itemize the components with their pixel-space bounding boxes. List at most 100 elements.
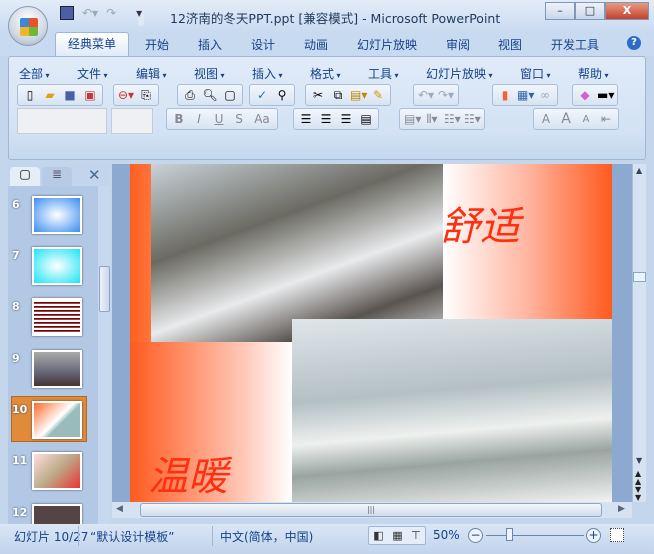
research-icon[interactable]: ⚲ bbox=[274, 88, 290, 102]
design-template[interactable]: “默认设计模板” bbox=[90, 528, 174, 545]
slide-sorter-icon[interactable]: ▦ bbox=[392, 529, 402, 542]
save-icon[interactable] bbox=[60, 6, 74, 20]
shadow-button[interactable]: S bbox=[231, 112, 247, 126]
tab-classic-menu[interactable]: 经典菜单 bbox=[55, 32, 129, 56]
scrollbar-thumb[interactable] bbox=[633, 272, 646, 282]
hyperlink-icon[interactable]: ∞ bbox=[537, 88, 553, 102]
copy-icon[interactable]: ⧉ bbox=[330, 88, 346, 103]
customize-qat-icon[interactable]: ▾ bbox=[136, 6, 142, 20]
close-pane-icon[interactable]: ✕ bbox=[88, 166, 101, 184]
font-size-combo[interactable] bbox=[111, 108, 153, 134]
minimize-button[interactable]: – bbox=[545, 2, 575, 20]
indent-icon[interactable]: ⇤ bbox=[598, 112, 614, 126]
redo-icon[interactable]: ↷ bbox=[106, 6, 116, 20]
horizontal-scrollbar[interactable]: ◀ ||| ▶ bbox=[112, 502, 632, 518]
new-icon[interactable]: ▯ bbox=[22, 88, 38, 102]
maximize-button[interactable]: □ bbox=[575, 2, 605, 20]
fit-to-window-icon[interactable] bbox=[610, 528, 624, 542]
email-icon[interactable]: ⊖▾ bbox=[118, 88, 134, 102]
office-button[interactable] bbox=[8, 6, 48, 46]
help-icon[interactable]: ? bbox=[627, 36, 641, 50]
zoom-slider-thumb[interactable] bbox=[506, 528, 513, 541]
next-slide-icon[interactable]: ▼ ▼ bbox=[635, 486, 641, 502]
print-icon[interactable]: ⎙ bbox=[182, 88, 198, 103]
slide-text-comfortable[interactable]: 舒适 bbox=[440, 194, 520, 252]
undo-icon[interactable]: ↶▾ bbox=[82, 6, 98, 20]
grayscale-icon[interactable]: ▬▾ bbox=[597, 88, 614, 102]
table-icon[interactable]: ▦▾ bbox=[517, 88, 534, 102]
cut-icon[interactable]: ✂ bbox=[310, 88, 326, 102]
menu-file[interactable]: 文件 bbox=[77, 65, 108, 82]
slide-thumbnail[interactable]: 11 bbox=[8, 452, 98, 500]
paste-icon[interactable]: ▤▾ bbox=[350, 88, 367, 102]
close-button[interactable]: X bbox=[605, 2, 649, 20]
tab-developer[interactable]: 开发工具 bbox=[551, 36, 599, 53]
normal-view-icon[interactable]: ◧ bbox=[373, 529, 383, 542]
slide-thumbnail[interactable]: 6 bbox=[8, 196, 98, 244]
align-center-icon[interactable]: ☰ bbox=[318, 112, 334, 126]
bold-button[interactable]: B bbox=[171, 112, 187, 126]
language[interactable]: 中文(简体，中国) bbox=[220, 528, 313, 545]
line-spacing-icon[interactable]: ▤▾ bbox=[404, 112, 421, 126]
zoom-out-button[interactable]: − bbox=[468, 528, 483, 543]
shrink-font-button[interactable]: A bbox=[578, 114, 594, 125]
chart-icon[interactable]: ▮ bbox=[497, 88, 513, 102]
scroll-down-icon[interactable]: ▼ bbox=[636, 456, 642, 465]
previous-slide-icon[interactable]: ▲ ▲ bbox=[635, 470, 641, 486]
menu-window[interactable]: 窗口 bbox=[520, 65, 551, 82]
tab-animations[interactable]: 动画 bbox=[304, 36, 328, 53]
tab-home[interactable]: 开始 bbox=[145, 36, 169, 53]
zoom-in-button[interactable]: + bbox=[586, 528, 601, 543]
slideshow-icon[interactable]: ⊤ bbox=[411, 529, 421, 542]
grow-font-button[interactable]: A bbox=[558, 111, 574, 127]
permission-icon[interactable]: ▣ bbox=[82, 88, 98, 102]
open-icon[interactable]: ▰ bbox=[42, 88, 58, 102]
tab-review[interactable]: 审阅 bbox=[446, 36, 470, 53]
align-right-icon[interactable]: ☰ bbox=[338, 112, 354, 126]
distribute-icon[interactable]: ▤ bbox=[358, 112, 374, 126]
print-preview-icon[interactable]: 🔍︎ bbox=[202, 88, 218, 102]
vertical-scrollbar[interactable]: ▲ ▼ ▲ ▲ ▼ ▼ bbox=[632, 164, 646, 502]
font-color-button[interactable]: A bbox=[538, 112, 554, 126]
tab-design[interactable]: 设计 bbox=[251, 36, 275, 53]
numbering-icon[interactable]: ☷▾ bbox=[444, 112, 461, 126]
change-case-button[interactable]: Aa bbox=[251, 112, 273, 126]
slide-text-warm[interactable]: 温暖 bbox=[148, 444, 228, 502]
spelling-icon[interactable]: ✓ bbox=[254, 88, 270, 102]
slide-thumbnail[interactable]: 8 bbox=[8, 298, 98, 346]
italic-button[interactable]: I bbox=[191, 112, 207, 126]
menu-format[interactable]: 格式 bbox=[310, 65, 341, 82]
menu-help[interactable]: 帮助 bbox=[578, 65, 609, 82]
bullets-icon[interactable]: ☷▾ bbox=[464, 112, 481, 126]
menu-all[interactable]: 全部 bbox=[19, 65, 50, 82]
format-painter-icon[interactable]: ✎ bbox=[370, 88, 386, 102]
color-scheme-icon[interactable]: ◆ bbox=[577, 88, 593, 102]
slide-canvas[interactable]: 舒适 温暖 bbox=[130, 164, 612, 502]
menu-edit[interactable]: 编辑 bbox=[136, 65, 167, 82]
columns-icon[interactable]: ⫴▾ bbox=[424, 112, 440, 127]
tab-slideshow[interactable]: 幻灯片放映 bbox=[357, 36, 417, 53]
menu-insert[interactable]: 插入 bbox=[252, 65, 283, 82]
slides-tab[interactable]: ▢ bbox=[10, 167, 40, 186]
redo-icon[interactable]: ↷▾ bbox=[438, 88, 454, 102]
scroll-up-icon[interactable]: ▲ bbox=[636, 166, 642, 175]
slide-thumbnail[interactable]: 9 bbox=[8, 350, 98, 398]
menu-tools[interactable]: 工具 bbox=[368, 65, 399, 82]
menu-view[interactable]: 视图 bbox=[194, 65, 225, 82]
font-name-combo[interactable] bbox=[17, 108, 107, 134]
slide-thumbnail-selected[interactable]: 10 bbox=[8, 401, 98, 449]
align-left-icon[interactable]: ☰ bbox=[298, 112, 314, 126]
scrollbar-thumb[interactable] bbox=[99, 266, 110, 312]
frame-icon[interactable]: ▢ bbox=[222, 88, 238, 102]
outline-tab[interactable]: ≣ bbox=[42, 167, 72, 186]
scroll-left-icon[interactable]: ◀ bbox=[116, 504, 123, 514]
tab-insert[interactable]: 插入 bbox=[198, 36, 222, 53]
underline-button[interactable]: U bbox=[211, 112, 227, 126]
slide-thumbnail[interactable]: 7 bbox=[8, 247, 98, 295]
attach-icon[interactable]: ⎘ bbox=[138, 88, 154, 103]
zoom-slider[interactable] bbox=[486, 535, 584, 536]
save-icon[interactable]: ■ bbox=[62, 88, 78, 102]
slides-pane-scrollbar[interactable] bbox=[98, 186, 110, 524]
menu-slideshow[interactable]: 幻灯片放映 bbox=[426, 65, 493, 82]
undo-icon[interactable]: ↶▾ bbox=[418, 88, 434, 102]
